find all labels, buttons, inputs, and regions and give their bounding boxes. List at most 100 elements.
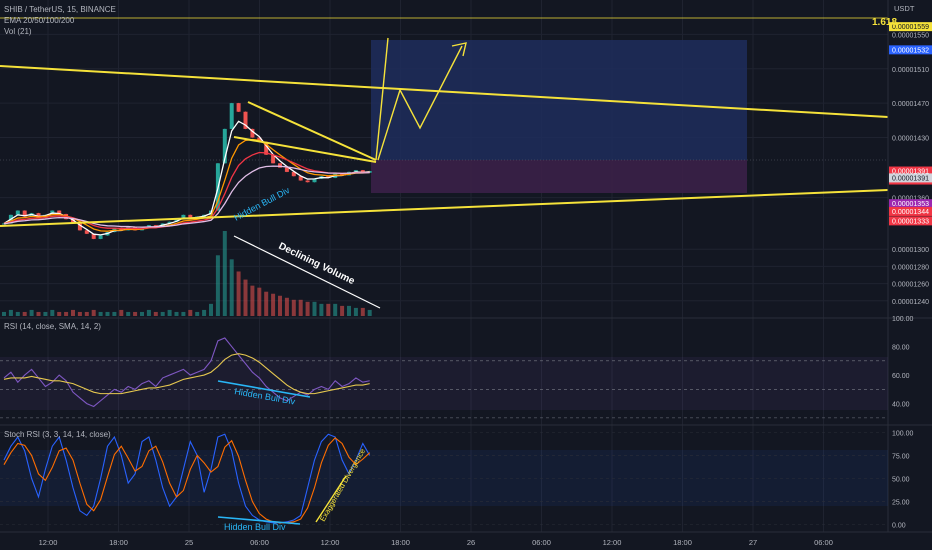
time-tick-label: 06:00 — [814, 538, 833, 547]
time-tick-label: 12:00 — [603, 538, 622, 547]
volume-bar — [15, 311, 20, 316]
stoch-tick-label: 75.00 — [892, 453, 910, 460]
currency-label: USDT — [894, 4, 915, 13]
ema-legend[interactable]: EMA 20/50/100/200 — [4, 15, 116, 26]
symbol-line[interactable]: SHIB / TetherUS, 15, BINANCE — [4, 4, 116, 15]
volume-bar — [367, 309, 372, 316]
price-tick-label: 0.00001510 — [892, 67, 929, 74]
volume-bar — [22, 311, 27, 316]
rsi-band — [0, 357, 888, 410]
price-tick-label: 0.00001240 — [892, 299, 929, 306]
volume-bar — [50, 309, 55, 316]
rsi-tick-label: 40.00 — [892, 402, 910, 409]
time-tick-label: 06:00 — [532, 538, 551, 547]
volume-bar — [57, 311, 62, 316]
time-tick-label: 26 — [467, 538, 475, 547]
volume-bar — [291, 299, 296, 316]
target-zone — [371, 40, 747, 160]
stoch-legend[interactable]: Stoch RSI (3, 3, 14, 14, close) — [4, 429, 111, 440]
volume-bar — [353, 307, 358, 316]
volume-bar — [236, 271, 241, 316]
volume-bar — [188, 309, 193, 316]
time-tick-label: 12:00 — [39, 538, 58, 547]
volume-bar — [112, 311, 117, 316]
volume-bar — [360, 307, 365, 316]
price-tag-label: 0.00001532 — [892, 47, 929, 54]
volume-bar — [119, 309, 124, 316]
rsi-legend-text: RSI (14, close, SMA, 14, 2) — [4, 322, 101, 331]
volume-bar — [264, 291, 269, 316]
time-tick-label: 18:00 — [391, 538, 410, 547]
volume-bar — [195, 311, 200, 316]
volume-bar — [319, 303, 324, 316]
volume-bar — [284, 297, 289, 316]
rsi-tick-label: 80.00 — [892, 345, 910, 352]
volume-bar — [215, 255, 220, 316]
volume-bar — [333, 303, 338, 316]
candle-body — [98, 235, 103, 239]
volume-bar — [222, 231, 227, 316]
time-tick-label: 18:00 — [109, 538, 128, 547]
volume-bar — [146, 309, 151, 316]
price-tick-label: 0.00001260 — [892, 282, 929, 289]
volume-bar — [298, 299, 303, 316]
volume-bar — [84, 311, 89, 316]
volume-bar — [174, 311, 179, 316]
volume-bar — [271, 293, 276, 316]
volume-bar — [91, 309, 96, 316]
volume-bar — [71, 309, 75, 316]
volume-bar — [257, 287, 262, 316]
trading-chart[interactable]: Declining Volume Hidden Bull Div Hidden … — [0, 0, 932, 550]
time-tick-label: 27 — [749, 538, 757, 547]
stoch-tick-label: 50.00 — [892, 477, 910, 484]
volume-bar — [2, 311, 6, 316]
time-tick-label: 25 — [185, 538, 193, 547]
fib-label: 1.618 — [872, 17, 898, 28]
rsi-tick-label: 60.00 — [892, 373, 910, 380]
price-tag-label: 0.00001333 — [892, 218, 929, 225]
volume-bar — [209, 303, 213, 316]
volume-bar — [250, 285, 255, 316]
volume-bar — [105, 311, 110, 316]
volume-bar — [326, 303, 331, 316]
volume-bar — [36, 311, 41, 316]
price-tick-label: 0.00001430 — [892, 136, 929, 143]
volume-bar — [312, 301, 317, 316]
stoch-tick-label: 25.00 — [892, 500, 910, 507]
price-tick-label: 0.00001280 — [892, 264, 929, 271]
volume-bar — [140, 311, 144, 316]
volume-bar — [229, 259, 234, 316]
volume-bar — [29, 309, 34, 316]
volume-bar — [202, 309, 207, 316]
price-tick-label: 0.00001550 — [892, 32, 929, 39]
volume-bar — [64, 311, 69, 316]
stoch-tick-label: 0.00 — [892, 523, 906, 530]
volume-bar — [133, 311, 138, 316]
stoch-band — [0, 450, 888, 506]
candle-body — [236, 103, 241, 112]
volume-bar — [43, 311, 48, 316]
time-tick-label: 18:00 — [673, 538, 692, 547]
volume-bar — [340, 305, 345, 316]
vol-legend[interactable]: Vol (21) — [4, 26, 116, 37]
volume-bar — [126, 311, 131, 316]
volume-bar — [77, 311, 82, 316]
stoch-legend-text: Stoch RSI (3, 3, 14, 14, close) — [4, 430, 111, 439]
volume-bar — [167, 309, 172, 316]
stop-zone — [371, 160, 747, 193]
rsi-legend[interactable]: RSI (14, close, SMA, 14, 2) — [4, 321, 101, 332]
price-tick-label: 0.00001300 — [892, 247, 929, 254]
time-tick-label: 06:00 — [250, 538, 269, 547]
price-tick-label: 0.00001470 — [892, 101, 929, 108]
volume-bar — [153, 311, 158, 316]
candle-body — [229, 103, 234, 129]
rsi-tick-label: 100.00 — [892, 316, 914, 323]
volume-bar — [278, 295, 282, 316]
volume-bar — [181, 311, 186, 316]
volume-bar — [8, 309, 13, 316]
time-tick-label: 12:00 — [321, 538, 340, 547]
price-tag-label: 0.00001344 — [892, 209, 929, 216]
volume-bar — [98, 311, 103, 316]
price-tag-label: 0.00001391 — [892, 175, 929, 182]
volume-bar — [243, 279, 248, 316]
